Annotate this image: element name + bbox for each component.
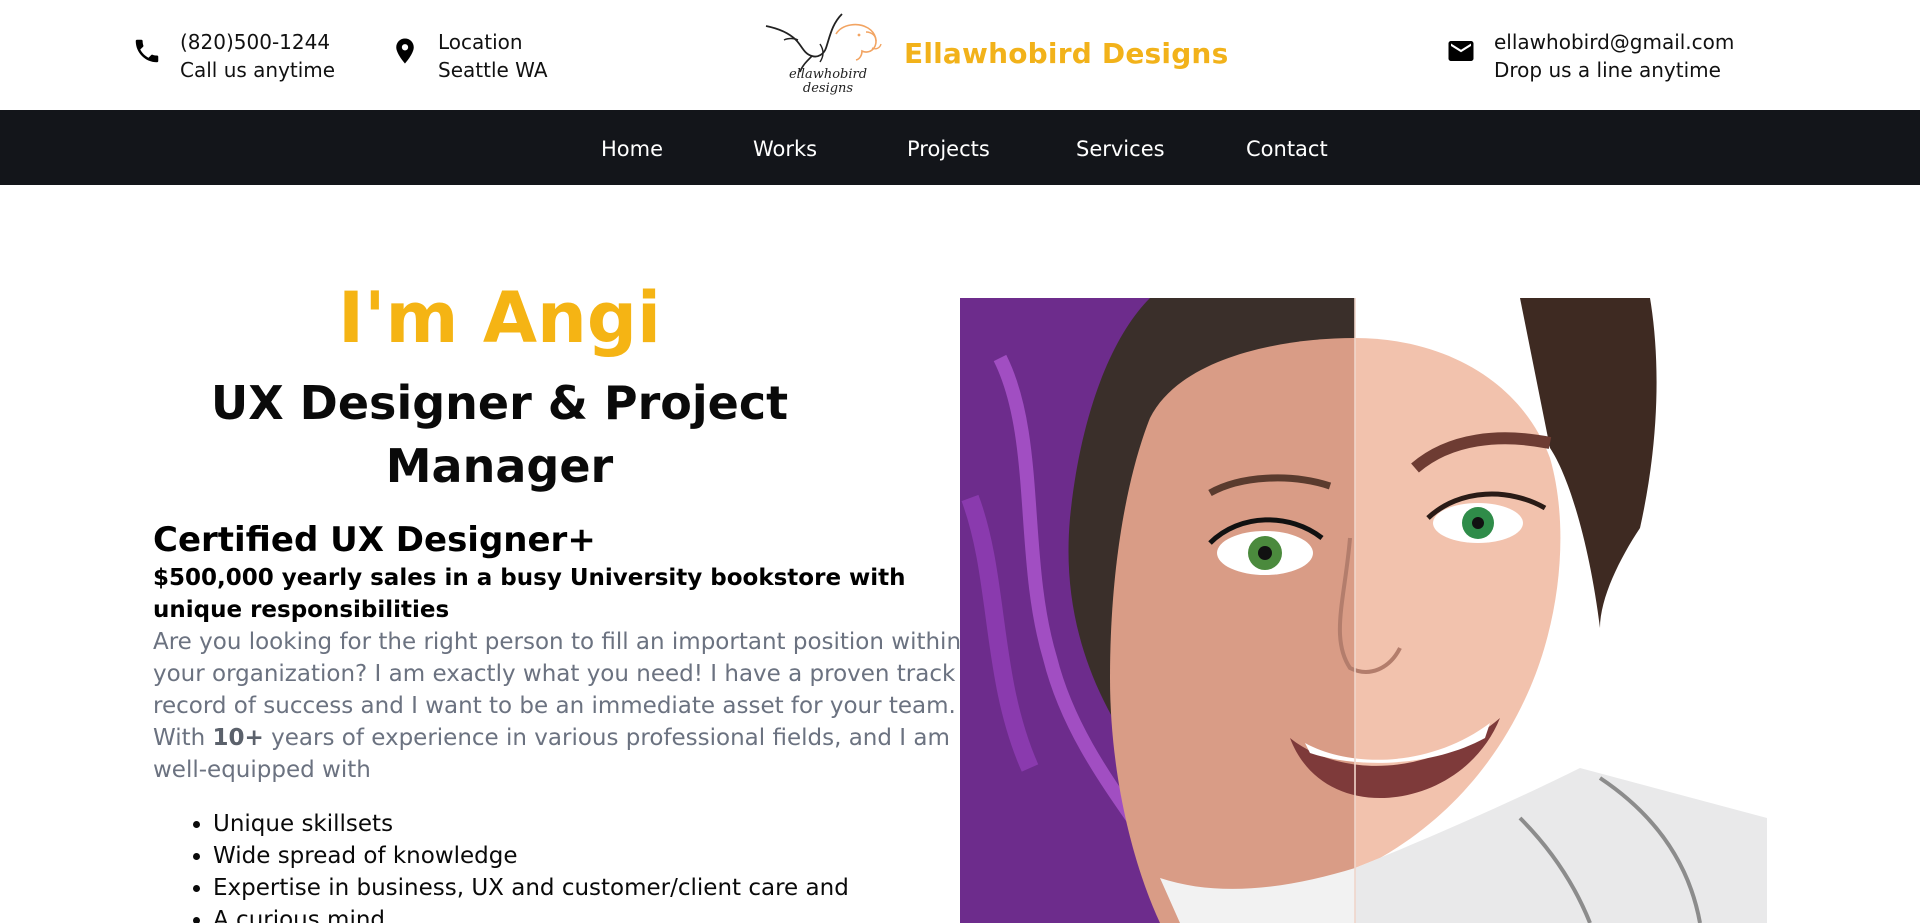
svg-text:ellawhobird: ellawhobird [789,67,867,82]
location-city: Seattle WA [438,58,548,82]
hero-greeting: I'm Angi [338,277,661,359]
nav-contact[interactable]: Contact [1246,110,1328,185]
nav-home[interactable]: Home [601,110,663,185]
hero-intro: I'm Angi UX Designer & Project Manager C… [150,268,965,923]
nav-works[interactable]: Works [753,110,817,185]
intro-years: 10+ [212,725,264,751]
phone-caption: Call us anytime [180,58,336,82]
phone-icon [135,39,159,63]
location-info: Location Seattle WA [390,28,548,84]
list-item: A curious mind [213,904,965,923]
email-contact[interactable]: ellawhobird@gmail.com Drop us a line any… [1446,28,1734,84]
certification-heading: Certified UX Designer+ [153,520,596,560]
skills-list: Unique skillsets Wide spread of knowledg… [213,808,965,923]
brand[interactable]: ellawhobird designs Ellawhobird Designs [758,4,1228,102]
list-item: Wide spread of knowledge [213,840,965,872]
location-pin-icon [396,38,414,64]
intro-paragraph: Are you looking for the right person to … [153,626,968,786]
email-caption: Drop us a line anytime [1494,58,1721,82]
list-item: Expertise in business, UX and customer/c… [213,872,965,904]
top-info-bar: (820)500-1244 Call us anytime Location S… [0,0,1920,110]
list-item: Unique skillsets [213,808,965,840]
phone-contact[interactable]: (820)500-1244 Call us anytime [132,28,335,84]
hummingbird-elephant-logo[interactable]: ellawhobird designs [758,4,898,102]
portrait-illustration [960,298,1767,923]
portrait-image [960,298,1767,923]
sales-highlight: $500,000 yearly sales in a busy Universi… [153,565,906,623]
intro-text-end: years of experience in various professio… [153,725,950,783]
brand-name[interactable]: Ellawhobird Designs [904,37,1228,70]
phone-number[interactable]: (820)500-1244 [180,28,335,56]
email-address[interactable]: ellawhobird@gmail.com [1494,28,1734,56]
hero-role: UX Designer & Project Manager [210,376,789,493]
nav-projects[interactable]: Projects [907,110,990,185]
nav-services[interactable]: Services [1076,110,1165,185]
main-nav: Home Works Projects Services Contact [0,110,1920,185]
location-label: Location [438,30,523,54]
mail-icon [1448,41,1474,61]
svg-text:designs: designs [803,81,854,96]
